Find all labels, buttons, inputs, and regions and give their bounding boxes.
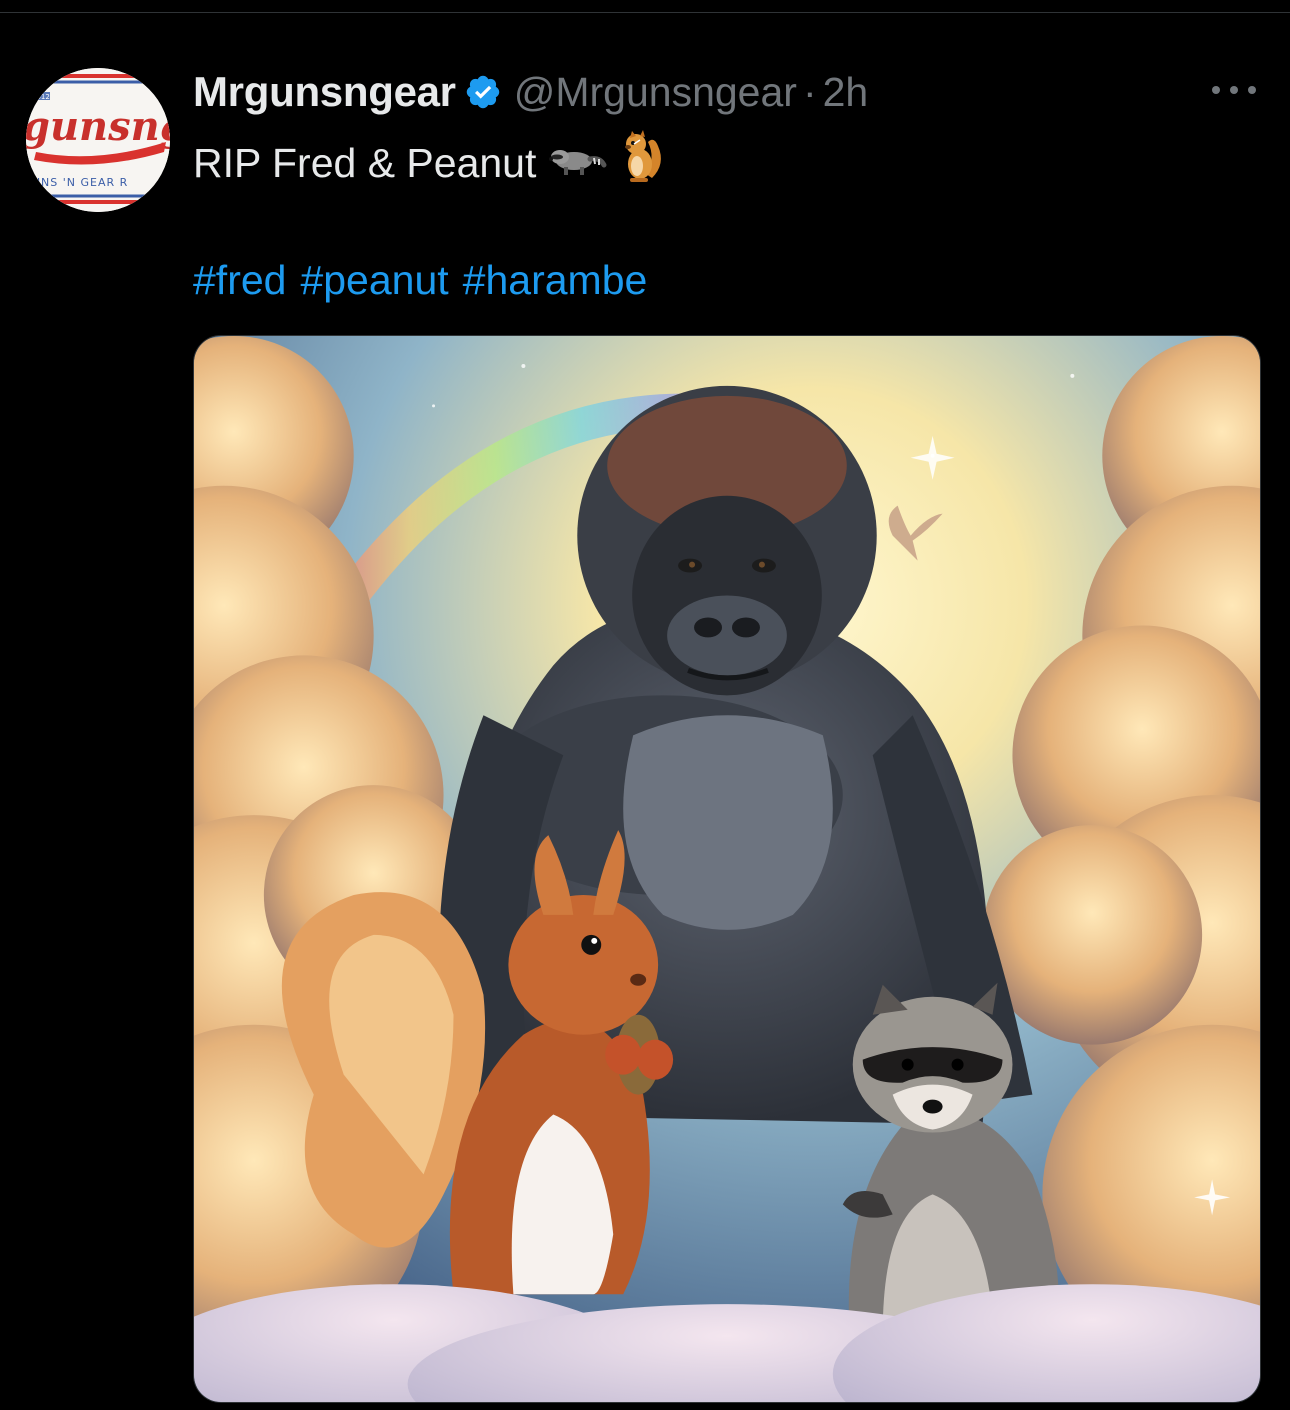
tweet-article[interactable]: 2012 gunsng UNS 'N GEAR R Mrgunsngear @M… <box>0 0 1290 1410</box>
more-options-icon[interactable] <box>1212 78 1256 102</box>
separator-dot: · <box>802 68 817 115</box>
author-display-name[interactable]: Mrgunsngear <box>193 68 456 116</box>
verified-badge-icon[interactable] <box>464 73 502 111</box>
author-handle[interactable]: @Mrgunsngear <box>514 69 797 116</box>
author-avatar[interactable]: 2012 gunsng UNS 'N GEAR R <box>26 68 170 212</box>
tweet-hashtags: #fred #peanut #harambe <box>193 252 661 308</box>
gorilla-squirrel-raccoon-heaven-illustration <box>194 336 1260 1402</box>
avatar-logo-text: gunsng <box>26 103 170 150</box>
mrgunsngear-logo-icon: 2012 gunsng UNS 'N GEAR R <box>26 68 170 212</box>
tweet-text: RIP Fred & Peanut <box>193 128 666 198</box>
avatar-tagline-text: UNS 'N GEAR R <box>32 176 128 189</box>
hashtag-link[interactable]: #harambe <box>463 257 648 303</box>
tweet-timestamp[interactable]: 2h <box>823 69 869 116</box>
raccoon-emoji-icon <box>548 135 608 191</box>
hashtag-link[interactable]: #peanut <box>300 257 448 303</box>
tweet-header: Mrgunsngear @Mrgunsngear · 2h <box>193 64 868 120</box>
tweet-text-body: RIP Fred & Peanut <box>193 140 537 186</box>
hashtag-link[interactable]: #fred <box>193 257 286 303</box>
chipmunk-emoji-icon <box>620 128 666 198</box>
avatar-est-text: 2012 <box>32 93 50 101</box>
tweet-media-image[interactable] <box>193 335 1261 1403</box>
